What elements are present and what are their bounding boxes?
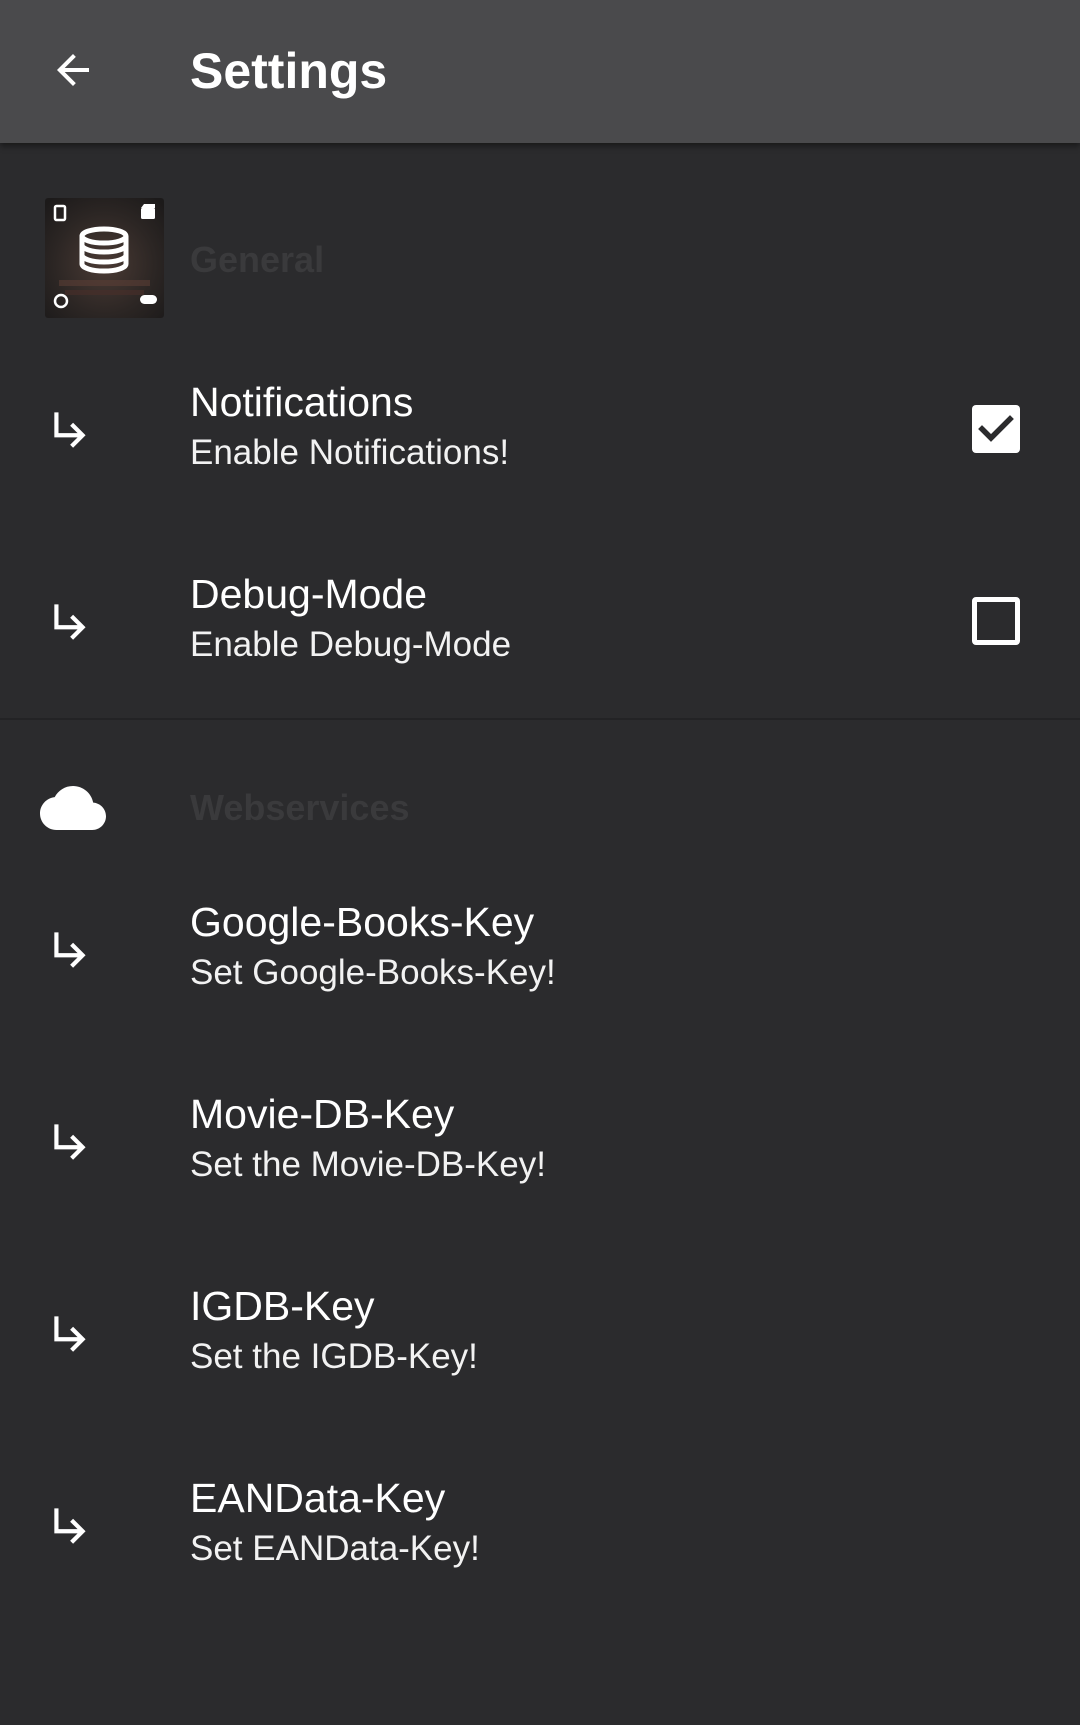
category-title: Webservices [190, 787, 410, 828]
pref-title: Notifications [190, 379, 414, 425]
pref-summary: Set the IGDB-Key! [190, 1337, 478, 1376]
notifications-checkbox[interactable] [972, 405, 1020, 453]
pref-title: EANData-Key [190, 1475, 446, 1521]
subdirectory-arrow-right-icon [54, 604, 86, 640]
pref-eandata-key[interactable]: EANData-Key Set EANData-Key! [0, 1429, 1080, 1621]
settings-screen: Settings General Notifications Enable No… [0, 0, 1080, 1725]
pref-notifications[interactable]: Notifications Enable Notifications! [0, 333, 1080, 525]
media-database-app-icon [45, 198, 164, 318]
subdirectory-arrow-right-icon [54, 1124, 86, 1160]
category-title: General [190, 239, 325, 280]
page-title: Settings [190, 43, 388, 99]
pref-title: Google-Books-Key [190, 899, 535, 945]
category-divider [0, 718, 1080, 720]
subdirectory-arrow-right-icon [54, 932, 86, 968]
pref-title: Movie-DB-Key [190, 1091, 455, 1137]
toolbar: Settings [0, 0, 1080, 143]
pref-google-books-key[interactable]: Google-Books-Key Set Google-Books-Key! [0, 853, 1080, 1045]
pref-summary: Set Google-Books-Key! [190, 953, 556, 992]
pref-movie-db-key[interactable]: Movie-DB-Key Set the Movie-DB-Key! [0, 1045, 1080, 1237]
check-icon [978, 415, 1014, 442]
debug-mode-checkbox[interactable] [972, 597, 1020, 645]
pref-title: IGDB-Key [190, 1283, 375, 1329]
subdirectory-arrow-right-icon [54, 412, 86, 448]
category-webservices: Webservices [0, 770, 1080, 846]
pref-title: Debug-Mode [190, 571, 428, 617]
arrow-left-icon [57, 54, 89, 86]
pref-summary: Enable Debug-Mode [190, 625, 512, 664]
pref-summary: Set the Movie-DB-Key! [190, 1145, 546, 1184]
pref-summary: Set EANData-Key! [190, 1529, 480, 1568]
category-general: General [0, 198, 1080, 322]
pref-summary: Enable Notifications! [190, 433, 510, 472]
pref-debug-mode[interactable]: Debug-Mode Enable Debug-Mode [0, 525, 1080, 717]
cloud-icon [40, 770, 106, 846]
pref-igdb-key[interactable]: IGDB-Key Set the IGDB-Key! [0, 1237, 1080, 1429]
subdirectory-arrow-right-icon [54, 1316, 86, 1352]
subdirectory-arrow-right-icon [54, 1508, 86, 1544]
back-button[interactable] [33, 27, 113, 113]
